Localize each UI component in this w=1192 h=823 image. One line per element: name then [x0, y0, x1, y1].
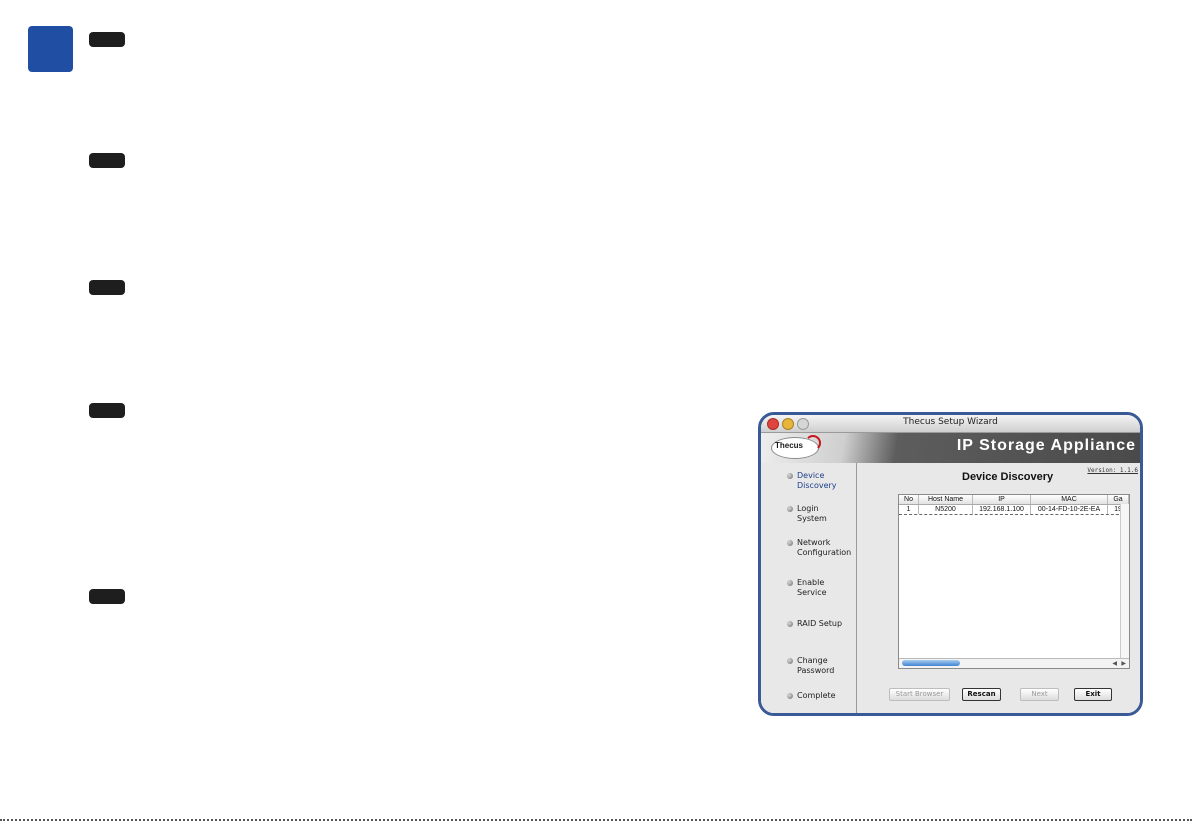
- step-marker-3: [89, 280, 125, 295]
- bullet-icon: [787, 473, 793, 479]
- wizard-body: Device Discovery Login System Network Co…: [761, 463, 1140, 713]
- sidebar-item-label: Enable Service: [797, 578, 827, 597]
- panel-title: Device Discovery: [962, 471, 1054, 483]
- vertical-scrollbar[interactable]: [1120, 504, 1129, 659]
- col-header-ip[interactable]: IP: [973, 495, 1031, 504]
- horizontal-scrollbar[interactable]: ◀ ▶: [899, 658, 1129, 668]
- sidebar-item-label: Complete: [797, 691, 836, 700]
- col-header-mac[interactable]: MAC: [1031, 495, 1108, 504]
- sidebar-item-label: Change Password: [797, 656, 835, 675]
- version-label: Version: 1.1.6: [1087, 467, 1138, 474]
- sidebar-item-complete[interactable]: Complete: [787, 691, 836, 701]
- bullet-icon: [787, 506, 793, 512]
- bullet-icon: [787, 540, 793, 546]
- sidebar-item-device-discovery[interactable]: Device Discovery: [787, 471, 837, 491]
- sidebar-item-raid-setup[interactable]: RAID Setup: [787, 619, 842, 629]
- sidebar-item-network-configuration[interactable]: Network Configuration: [787, 538, 851, 558]
- step-marker-5: [89, 589, 125, 604]
- scroll-right-icon[interactable]: ▶: [1121, 659, 1126, 668]
- logo-swoosh-icon: [805, 435, 821, 451]
- window-titlebar: Thecus Setup Wizard: [761, 415, 1140, 433]
- bullet-icon: [787, 658, 793, 664]
- step-marker-1: [89, 32, 125, 47]
- cell-mac: 00-14-FD-10-2E-EA: [1031, 505, 1108, 514]
- exit-button[interactable]: Exit: [1074, 688, 1112, 701]
- next-button[interactable]: Next: [1020, 688, 1059, 701]
- start-browser-button[interactable]: Start Browser: [889, 688, 950, 701]
- bullet-icon: [787, 621, 793, 627]
- bullet-icon: [787, 693, 793, 699]
- scroll-left-icon[interactable]: ◀: [1112, 659, 1117, 668]
- wizard-steps-sidebar: Device Discovery Login System Network Co…: [761, 463, 857, 713]
- table-header: No Host Name IP MAC Ga: [899, 495, 1129, 505]
- sidebar-item-label: Device Discovery: [797, 471, 837, 490]
- device-table: No Host Name IP MAC Ga 1 N5200 192.168.1…: [898, 494, 1130, 669]
- sidebar-item-label: Network Configuration: [797, 538, 852, 557]
- banner-title: IP Storage Appliance: [956, 437, 1136, 454]
- col-header-host-name[interactable]: Host Name: [919, 495, 973, 504]
- sidebar-item-change-password[interactable]: Change Password: [787, 656, 834, 676]
- sidebar-item-login-system[interactable]: Login System: [787, 504, 827, 524]
- product-banner: Thecus IP Storage Appliance: [761, 433, 1140, 463]
- window-title: Thecus Setup Wizard: [903, 417, 998, 427]
- rescan-button[interactable]: Rescan: [962, 688, 1001, 701]
- logo-text: Thecus: [775, 441, 804, 450]
- sidebar-item-label: RAID Setup: [797, 619, 843, 628]
- chapter-tab: [28, 26, 73, 72]
- scroll-thumb[interactable]: [902, 660, 960, 666]
- col-header-gateway[interactable]: Ga: [1108, 495, 1129, 504]
- col-header-no[interactable]: No: [899, 495, 919, 504]
- step-marker-4: [89, 403, 125, 418]
- page-bottom-rule: [0, 819, 1192, 821]
- sidebar-item-enable-service[interactable]: Enable Service: [787, 578, 827, 598]
- cell-no: 1: [899, 505, 919, 514]
- sidebar-item-label: Login System: [797, 504, 827, 523]
- cell-host-name: N5200: [919, 505, 973, 514]
- setup-wizard-screenshot: Thecus Setup Wizard Thecus IP Storage Ap…: [758, 412, 1143, 716]
- bullet-icon: [787, 580, 793, 586]
- cell-ip: 192.168.1.100: [973, 505, 1031, 514]
- table-row[interactable]: 1 N5200 192.168.1.100 00-14-FD-10-2E-EA …: [899, 505, 1129, 515]
- step-marker-2: [89, 153, 125, 168]
